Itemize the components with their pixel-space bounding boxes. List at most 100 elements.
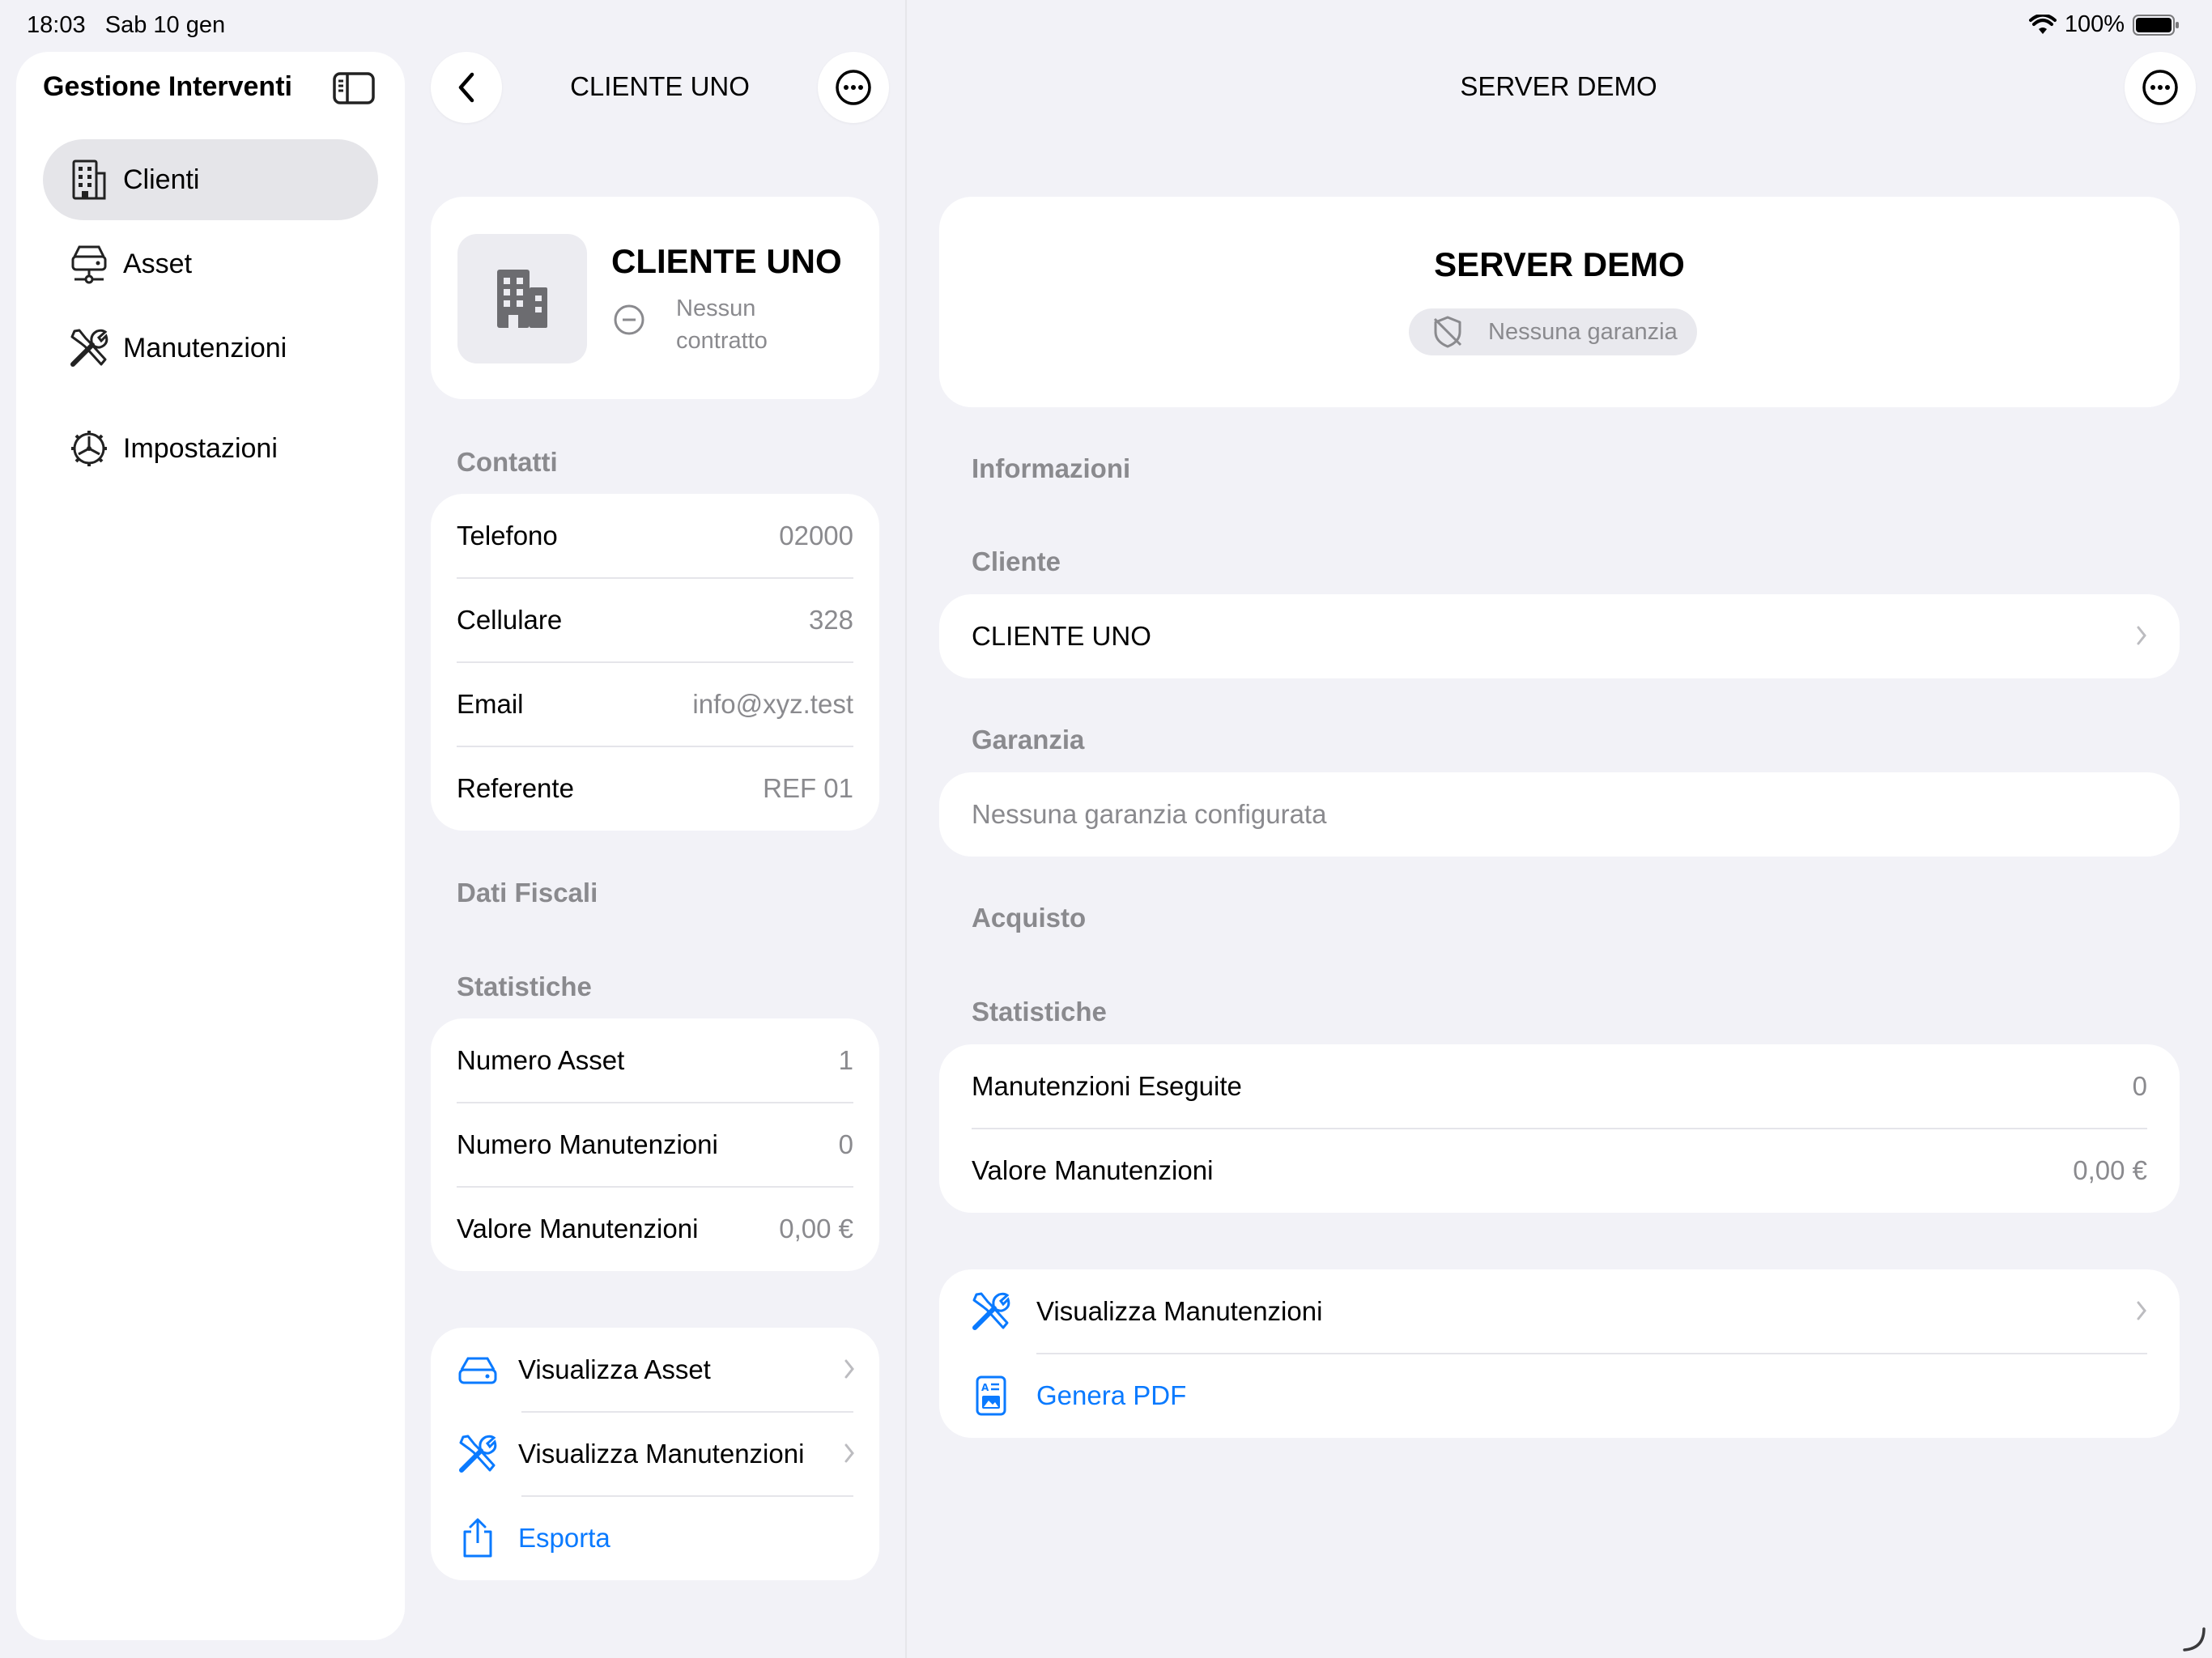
- detail-nav-title: SERVER DEMO: [1460, 71, 1657, 101]
- row-label: Referente: [457, 773, 574, 803]
- garanzia-card: Nessuna garanzia configurata: [939, 772, 2180, 857]
- stats-heading: Statistiche: [457, 971, 592, 1001]
- detail-actions-card: Visualizza Manutenzioni A Genera PDF: [939, 1269, 2180, 1438]
- contact-row-telefono[interactable]: Telefono 02000: [431, 494, 879, 578]
- export-button[interactable]: Esporta: [431, 1496, 879, 1580]
- fiscal-heading: Dati Fiscali: [457, 878, 598, 908]
- svg-text:A: A: [981, 1382, 989, 1393]
- wrench-screwdriver-icon: [66, 325, 112, 371]
- row-value: 328: [808, 605, 853, 635]
- row-label: Manutenzioni Eseguite: [972, 1071, 1242, 1101]
- sidebar-toggle-icon[interactable]: [332, 71, 376, 105]
- contract-status: Nessun contratto: [676, 295, 768, 354]
- row-label: Valore Manutenzioni: [972, 1155, 1214, 1185]
- view-assets-link[interactable]: Visualizza Asset: [431, 1328, 879, 1412]
- link-label: Genera PDF: [1036, 1380, 1187, 1410]
- actions-card: Visualizza Asset Visualizza Manutenzioni…: [431, 1328, 879, 1580]
- resize-handle-icon[interactable]: [2180, 1626, 2207, 1653]
- status-time: 18:03: [27, 12, 86, 38]
- link-label: Visualizza Manutenzioni: [1036, 1296, 1323, 1326]
- pdf-document-icon: A: [968, 1373, 1014, 1418]
- chevron-right-icon: [844, 1358, 855, 1380]
- row-value: 0,00 €: [2073, 1155, 2147, 1185]
- chevron-right-icon: [844, 1443, 855, 1464]
- row-value: 0: [2132, 1071, 2147, 1101]
- building-icon: [494, 266, 551, 331]
- row-value: REF 01: [763, 773, 853, 803]
- battery-icon: [2133, 14, 2180, 36]
- row-value: info@xyz.test: [692, 689, 853, 719]
- cliente-row[interactable]: CLIENTE UNO: [939, 594, 2180, 678]
- gear-icon: [66, 426, 112, 471]
- sidebar-item-label: Clienti: [123, 164, 200, 195]
- row-label: Numero Asset: [457, 1045, 625, 1075]
- link-label: Visualizza Asset: [518, 1354, 711, 1384]
- view-maintenance-link[interactable]: Visualizza Manutenzioni: [939, 1269, 2180, 1354]
- column-divider: [905, 0, 907, 1658]
- garanzia-heading: Garanzia: [972, 725, 1085, 755]
- wifi-icon: [2028, 14, 2057, 36]
- wrench-screwdriver-icon: [968, 1289, 1014, 1334]
- detail-more-options-button[interactable]: [2125, 52, 2196, 123]
- status-bar-right: 100%: [2028, 11, 2180, 38]
- asset-name: SERVER DEMO: [1434, 245, 1685, 283]
- info-heading: Informazioni: [972, 453, 1131, 483]
- back-button[interactable]: [431, 52, 502, 123]
- sidebar-item-asset[interactable]: Asset: [43, 223, 378, 304]
- warranty-badge: Nessuna garanzia: [1409, 308, 1697, 355]
- status-date: Sab 10 gen: [104, 12, 226, 38]
- row-value: 0: [838, 1129, 853, 1159]
- sidebar: Gestione Interventi Clienti Asset Manute…: [16, 52, 405, 1640]
- row-value: 1: [838, 1045, 853, 1075]
- sidebar-item-label: Impostazioni: [123, 432, 278, 464]
- server-icon: [66, 241, 112, 287]
- sidebar-item-manutenzioni[interactable]: Manutenzioni: [43, 308, 378, 389]
- garanzia-row: Nessuna garanzia configurata: [939, 772, 2180, 857]
- link-label: Esporta: [518, 1523, 610, 1553]
- row-label: Numero Manutenzioni: [457, 1129, 718, 1159]
- contact-row-email[interactable]: Email info@xyz.test: [431, 662, 879, 746]
- cliente-link-row[interactable]: CLIENTE UNO: [939, 594, 2180, 678]
- warranty-badge-label: Nessuna garanzia: [1488, 318, 1678, 345]
- status-bar-time: 18:03 Sab 10 gen: [27, 12, 225, 39]
- client-name: CLIENTE UNO: [611, 242, 842, 280]
- view-maintenance-link[interactable]: Visualizza Manutenzioni: [431, 1412, 879, 1496]
- row-label: Valore Manutenzioni: [457, 1214, 699, 1244]
- row-label: Email: [457, 689, 524, 719]
- cliente-value: CLIENTE UNO: [972, 621, 1151, 651]
- sidebar-item-clienti[interactable]: Clienti: [43, 139, 378, 220]
- stat-row-numero-asset: Numero Asset 1: [431, 1018, 879, 1103]
- asset-header-card: SERVER DEMO Nessuna garanzia: [939, 197, 2180, 407]
- client-avatar: [457, 234, 587, 363]
- detail-stats-card: Manutenzioni Eseguite 0 Valore Manutenzi…: [939, 1044, 2180, 1213]
- row-value: 0,00 €: [779, 1214, 853, 1244]
- share-icon: [455, 1516, 500, 1561]
- drive-icon: [455, 1347, 500, 1392]
- sidebar-item-impostazioni[interactable]: Impostazioni: [43, 408, 378, 489]
- chevron-left-icon: [457, 71, 476, 104]
- row-label: Telefono: [457, 521, 558, 551]
- ellipsis-circle-icon: [2142, 69, 2179, 106]
- ellipsis-circle-icon: [835, 69, 872, 106]
- building-icon: [66, 157, 112, 202]
- stat-row-manutenzioni-eseguite: Manutenzioni Eseguite 0: [939, 1044, 2180, 1129]
- shield-slash-icon: [1431, 314, 1464, 350]
- row-label: Cellulare: [457, 605, 563, 635]
- cliente-heading: Cliente: [972, 546, 1061, 576]
- contacts-card: Telefono 02000 Cellulare 328 Email info@…: [431, 494, 879, 831]
- stats-card: Numero Asset 1 Numero Manutenzioni 0 Val…: [431, 1018, 879, 1271]
- chevron-right-icon: [2136, 625, 2147, 646]
- contacts-heading: Contatti: [457, 447, 558, 477]
- more-options-button[interactable]: [818, 52, 889, 123]
- sidebar-item-label: Manutenzioni: [123, 332, 287, 363]
- garanzia-value: Nessuna garanzia configurata: [972, 799, 1327, 829]
- row-value: 02000: [779, 521, 853, 551]
- client-header-card: CLIENTE UNO Nessun contratto: [431, 197, 879, 399]
- minus-circle-icon: [613, 304, 645, 336]
- chevron-right-icon: [2136, 1300, 2147, 1321]
- detail-stats-heading: Statistiche: [972, 997, 1107, 1027]
- contact-row-cellulare[interactable]: Cellulare 328: [431, 578, 879, 662]
- contact-row-referente[interactable]: Referente REF 01: [431, 746, 879, 831]
- generate-pdf-button[interactable]: A Genera PDF: [939, 1354, 2180, 1438]
- acquisto-heading: Acquisto: [972, 903, 1087, 933]
